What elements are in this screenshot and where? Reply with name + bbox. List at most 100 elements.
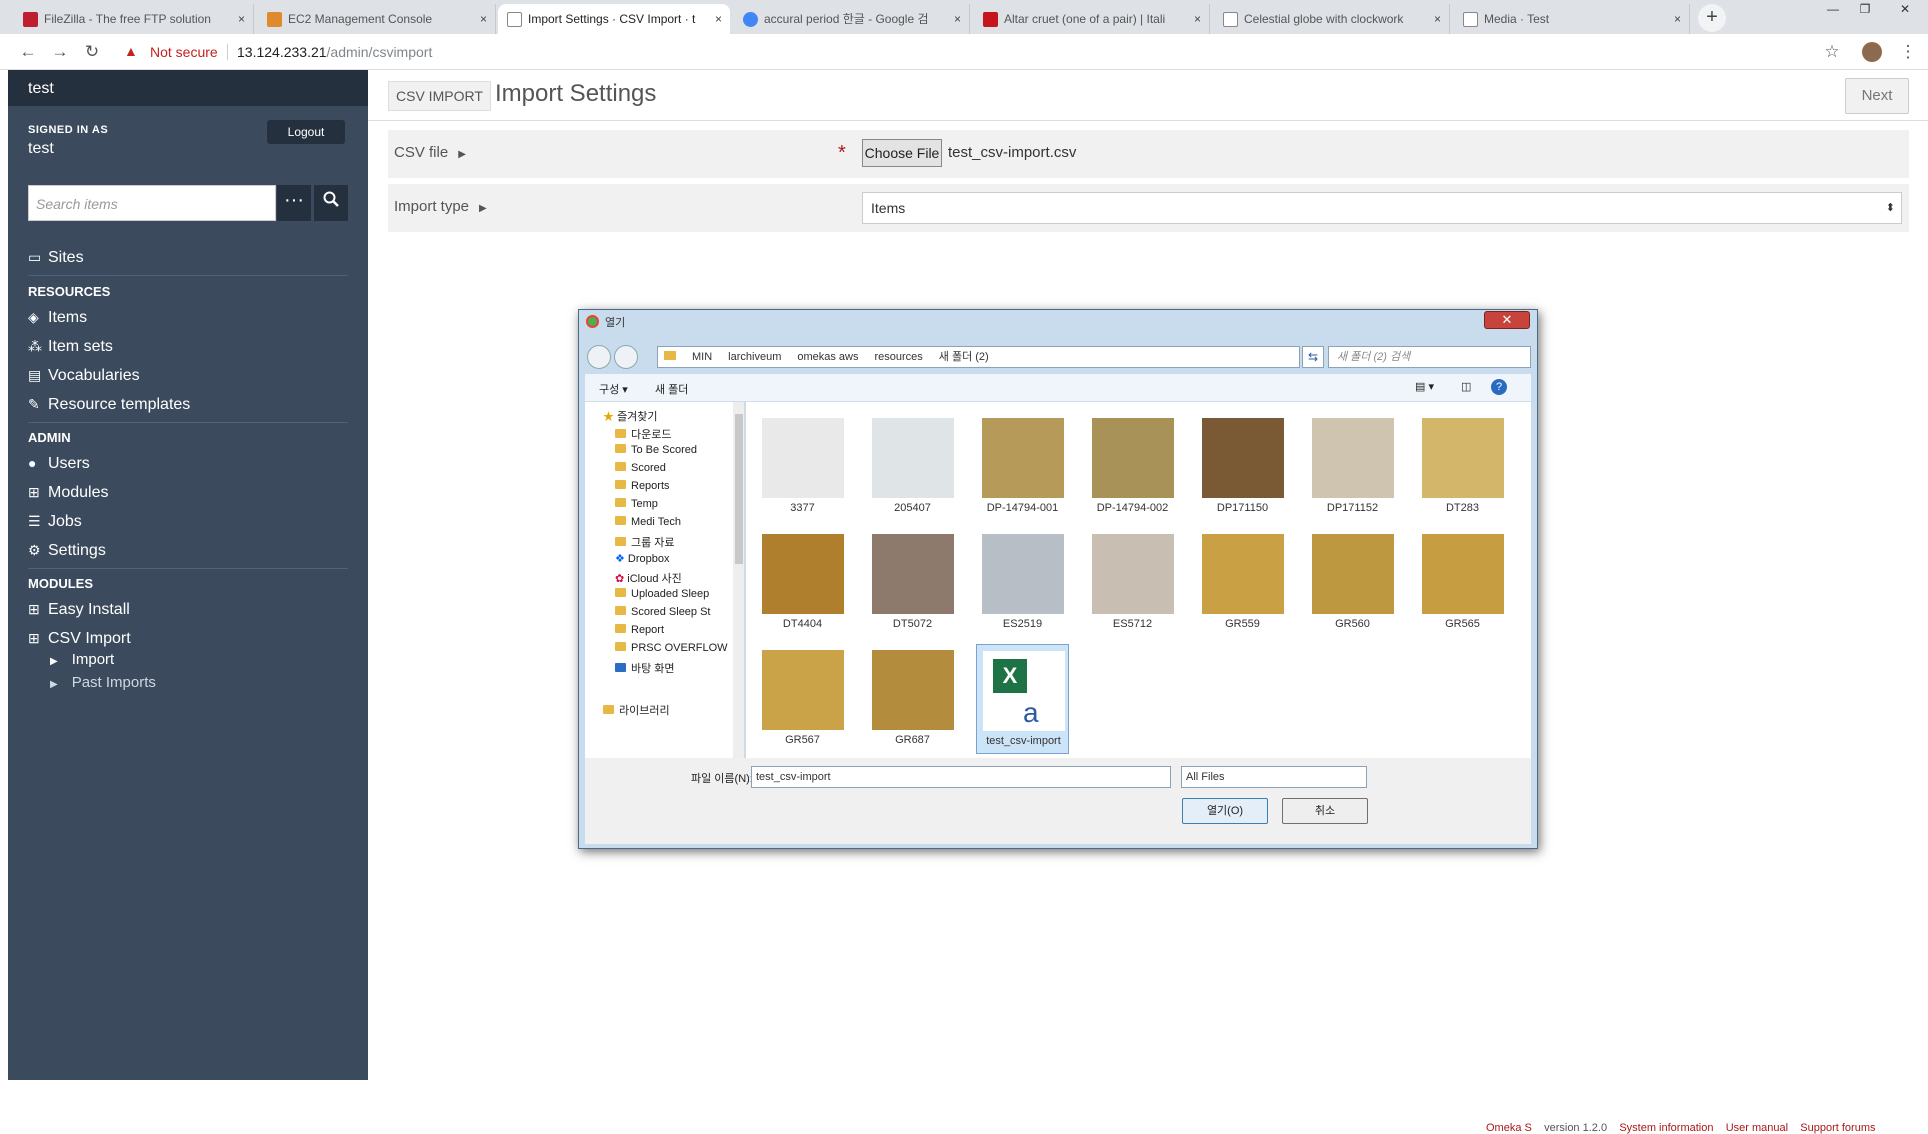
file-item[interactable]: GR560 bbox=[1306, 528, 1399, 638]
file-item[interactable]: DP171150 bbox=[1196, 412, 1289, 522]
file-item[interactable]: ES5712 bbox=[1086, 528, 1179, 638]
url-field[interactable]: 13.124.233.21/admin/csvimport bbox=[237, 44, 432, 60]
file-item[interactable]: 205407 bbox=[866, 412, 959, 522]
file-item[interactable]: GR567 bbox=[756, 644, 849, 754]
back-button[interactable] bbox=[587, 345, 611, 369]
new-folder-button[interactable]: 새 폴더 bbox=[655, 381, 688, 397]
sidebar-item-easy-install[interactable]: ⊞ Easy Install bbox=[28, 598, 130, 620]
sidebar-item-items[interactable]: ◈ Items bbox=[28, 306, 87, 328]
sidebar-subitem-past-imports[interactable]: ▶ Past Imports bbox=[50, 674, 156, 691]
tree-item[interactable]: To Be Scored bbox=[615, 444, 697, 456]
footer-omeka[interactable]: Omeka S bbox=[1486, 1122, 1532, 1134]
footer-user-manual[interactable]: User manual bbox=[1726, 1122, 1788, 1134]
sidebar-item-users[interactable]: ● Users bbox=[28, 452, 90, 474]
logout-button[interactable]: Logout bbox=[267, 120, 345, 144]
scrollbar-thumb[interactable] bbox=[735, 414, 743, 564]
maximize-button[interactable]: ❐ bbox=[1850, 0, 1880, 18]
back-arrow-icon[interactable]: ← bbox=[16, 40, 40, 64]
scrollbar[interactable] bbox=[733, 402, 744, 758]
tab-media[interactable]: Media · Test × bbox=[1454, 4, 1690, 34]
reload-icon[interactable]: ↻ bbox=[80, 40, 104, 64]
help-icon[interactable]: ? bbox=[1491, 379, 1507, 395]
folder-search-input[interactable]: 새 폴더 (2) 검색 bbox=[1328, 346, 1531, 368]
tab-close-icon[interactable]: × bbox=[954, 4, 961, 34]
file-item[interactable]: GR559 bbox=[1196, 528, 1289, 638]
file-type-select[interactable]: All Files bbox=[1181, 766, 1367, 788]
caret-right-icon[interactable]: ▶ bbox=[479, 203, 487, 214]
forward-arrow-icon[interactable]: → bbox=[48, 40, 72, 64]
search-icon[interactable] bbox=[314, 185, 348, 221]
sidebar-item-sites[interactable]: ▭ Sites bbox=[28, 246, 84, 268]
menu-icon[interactable]: ⋮ bbox=[1896, 40, 1920, 64]
organize-button[interactable]: 구성 ▾ bbox=[599, 381, 628, 397]
tab-google[interactable]: accural period 한글 - Google 검 × bbox=[734, 4, 970, 34]
tab-import-settings[interactable]: Import Settings · CSV Import · t × bbox=[498, 4, 730, 34]
file-item[interactable]: DT283 bbox=[1416, 412, 1509, 522]
sidebar-item-modules[interactable]: ⊞ Modules bbox=[28, 481, 108, 503]
open-button[interactable]: 열기(O) bbox=[1182, 798, 1268, 824]
caret-right-icon[interactable]: ▶ bbox=[458, 149, 466, 160]
tree-item[interactable]: PRSC OVERFLOW bbox=[615, 642, 728, 654]
import-type-select[interactable]: Items ⬍ bbox=[862, 192, 1902, 224]
tab-celestial-globe[interactable]: Celestial globe with clockwork × bbox=[1214, 4, 1450, 34]
tree-item[interactable]: ✿ iCloud 사진 bbox=[615, 570, 682, 586]
tree-item[interactable]: 그룹 자료 bbox=[615, 534, 675, 550]
choose-file-button[interactable]: Choose File bbox=[862, 139, 942, 167]
tab-close-icon[interactable]: × bbox=[1674, 4, 1681, 34]
tree-item[interactable]: ★ 즐겨찾기 bbox=[603, 408, 658, 424]
close-icon[interactable]: ✕ bbox=[1484, 311, 1530, 329]
tree-item[interactable]: Scored bbox=[615, 462, 666, 474]
sidebar-item-settings[interactable]: ⚙ Settings bbox=[28, 539, 106, 561]
tree-item[interactable]: 다운로드 bbox=[615, 426, 671, 442]
refresh-icon[interactable]: ⇆ bbox=[1302, 346, 1324, 368]
tree-item[interactable]: Reports bbox=[615, 480, 670, 492]
new-tab-button[interactable]: + bbox=[1698, 4, 1726, 32]
footer-support-forums[interactable]: Support forums bbox=[1800, 1122, 1875, 1134]
tab-close-icon[interactable]: × bbox=[1434, 4, 1441, 34]
security-label[interactable]: Not secure bbox=[150, 44, 218, 60]
file-item[interactable]: GR687 bbox=[866, 644, 959, 754]
sidebar-item-jobs[interactable]: ☰ Jobs bbox=[28, 510, 82, 532]
minimize-button[interactable]: — bbox=[1818, 0, 1848, 18]
sidebar-subitem-import[interactable]: ▶ Import bbox=[50, 651, 114, 668]
tree-item[interactable]: Temp bbox=[615, 498, 658, 510]
tab-close-icon[interactable]: × bbox=[1194, 4, 1201, 34]
sidebar-item-vocabularies[interactable]: ▤ Vocabularies bbox=[28, 364, 140, 386]
file-item[interactable]: DP-14794-001 bbox=[976, 412, 1069, 522]
tab-filezilla[interactable]: FileZilla - The free FTP solution × bbox=[14, 4, 254, 34]
tree-item[interactable]: 라이브러리 bbox=[603, 702, 670, 718]
site-title[interactable]: test bbox=[28, 80, 54, 98]
tab-close-icon[interactable]: × bbox=[715, 4, 722, 34]
path-breadcrumb[interactable]: MIN larchiveum omekas aws resources 새 폴더 (2) bbox=[657, 346, 1300, 368]
file-item[interactable]: DT5072 bbox=[866, 528, 959, 638]
tab-altar-cruet[interactable]: Altar cruet (one of a pair) | Itali × bbox=[974, 4, 1210, 34]
view-menu-icon[interactable]: ▤ ▾ bbox=[1415, 380, 1434, 393]
tree-item[interactable]: Scored Sleep St bbox=[615, 606, 711, 618]
forward-button[interactable] bbox=[614, 345, 638, 369]
sidebar-item-item-sets[interactable]: ⁂ Item sets bbox=[28, 335, 113, 357]
tree-item[interactable]: Report bbox=[615, 624, 664, 636]
tree-item[interactable]: Uploaded Sleep bbox=[615, 588, 709, 600]
footer-system-info[interactable]: System information bbox=[1619, 1122, 1713, 1134]
search-input[interactable]: Search items bbox=[28, 185, 276, 221]
filename-input[interactable]: test_csv-import bbox=[751, 766, 1171, 788]
file-item[interactable]: DP-14794-002 bbox=[1086, 412, 1179, 522]
next-button[interactable]: Next bbox=[1845, 78, 1909, 114]
avatar[interactable] bbox=[1862, 42, 1882, 62]
tab-close-icon[interactable]: × bbox=[238, 4, 245, 34]
file-item[interactable]: DT4404 bbox=[756, 528, 849, 638]
file-item-selected[interactable]: Xa test_csv-import bbox=[976, 644, 1069, 754]
tree-item[interactable]: Medi Tech bbox=[615, 516, 681, 528]
file-item[interactable]: DP171152 bbox=[1306, 412, 1399, 522]
advanced-search-icon[interactable]: ··· bbox=[277, 185, 311, 221]
tree-item[interactable]: 바탕 화면 bbox=[615, 660, 675, 676]
file-item[interactable]: ES2519 bbox=[976, 528, 1069, 638]
sidebar-item-resource-templates[interactable]: ✎ Resource templates bbox=[28, 393, 190, 415]
tab-ec2[interactable]: EC2 Management Console × bbox=[258, 4, 496, 34]
close-window-button[interactable]: ✕ bbox=[1890, 0, 1920, 18]
username[interactable]: test bbox=[28, 140, 54, 158]
preview-pane-icon[interactable]: ◫ bbox=[1461, 380, 1471, 393]
cancel-button[interactable]: 취소 bbox=[1282, 798, 1368, 824]
star-icon[interactable]: ☆ bbox=[1820, 40, 1844, 64]
file-item[interactable]: 3377 bbox=[756, 412, 849, 522]
